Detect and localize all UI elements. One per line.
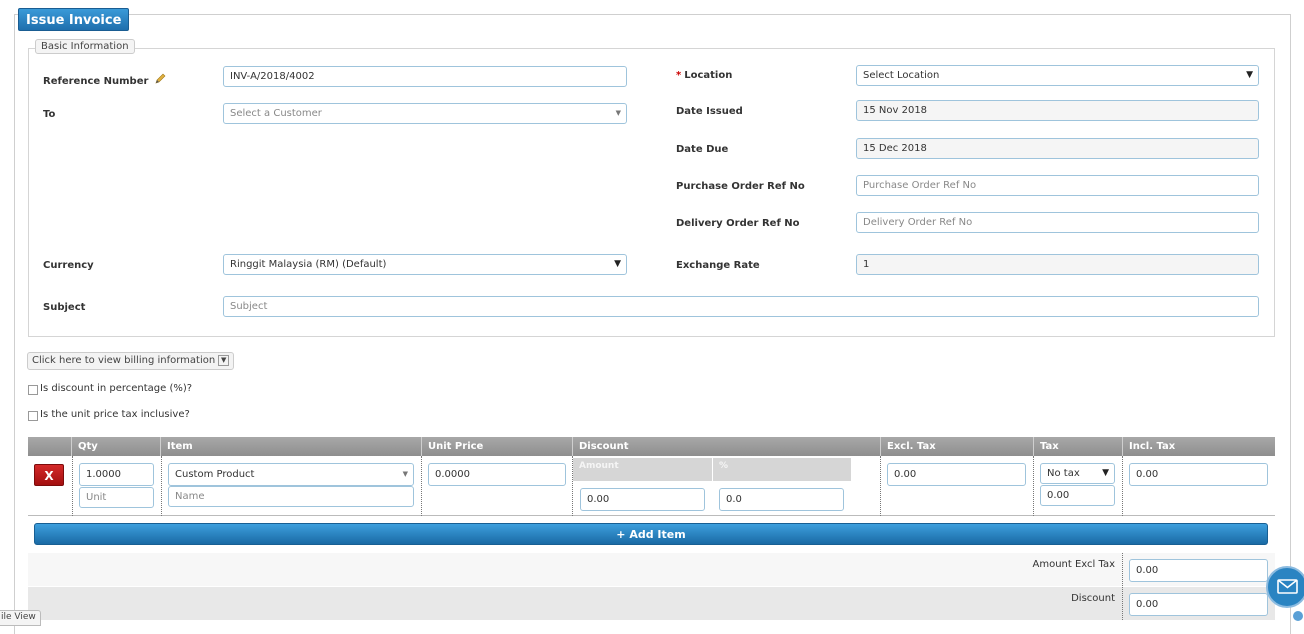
column-discount: Discount (579, 441, 629, 452)
location-select[interactable]: Select Location ▼ (856, 65, 1259, 86)
tax-inclusive-checkbox[interactable] (28, 411, 38, 421)
reference-number-input[interactable]: INV-A/2018/4002 (223, 66, 627, 87)
tax-select-value: No tax (1047, 468, 1080, 479)
column-unit-price: Unit Price (428, 441, 484, 452)
date-issued-input[interactable]: 15 Nov 2018 (856, 100, 1259, 121)
subject-label: Subject (43, 302, 86, 313)
page-title: Issue Invoice (18, 8, 130, 31)
add-item-button[interactable]: + Add Item (34, 523, 1268, 545)
unit-price-input[interactable]: 0.0000 (428, 463, 566, 486)
chevron-down-icon: ▼ (218, 354, 230, 366)
do-ref-input[interactable]: Delivery Order Ref No (856, 212, 1259, 233)
column-qty: Qty (78, 441, 98, 452)
customer-select[interactable]: Select a Customer ▼ (223, 103, 627, 124)
column-item: Item (167, 441, 193, 452)
delete-row-button[interactable]: X (34, 464, 64, 486)
item-select-value: Custom Product (175, 469, 255, 480)
summary-amount-excl-row: Amount Excl Tax (28, 553, 1275, 586)
items-table-header: Qty Item Unit Price Discount Excl. Tax T… (28, 437, 1275, 456)
mail-button[interactable] (1266, 566, 1304, 608)
discount-total-input[interactable]: 0.00 (1129, 593, 1268, 616)
to-label: To (43, 109, 56, 120)
exchange-rate-label: Exchange Rate (676, 260, 760, 271)
discount-amount-input[interactable]: 0.00 (580, 488, 705, 511)
location-label: * Location (676, 70, 732, 81)
column-tax: Tax (1040, 441, 1059, 452)
date-due-label: Date Due (676, 144, 729, 155)
currency-select[interactable]: Ringgit Malaysia (RM) (Default) ▼ (223, 254, 627, 275)
view-billing-button[interactable]: Click here to view billing information ▼ (27, 352, 235, 370)
amount-excl-tax-input[interactable]: 0.00 (1129, 559, 1268, 582)
dropdown-arrow-icon: ▼ (1246, 70, 1253, 80)
mobile-view-tab[interactable]: ile View (0, 610, 41, 626)
item-select[interactable]: Custom Product ▼ (168, 463, 414, 486)
exchange-rate-input[interactable]: 1 (856, 254, 1259, 275)
chevron-down-icon: ▼ (615, 109, 621, 117)
dropdown-arrow-icon: ▼ (614, 259, 621, 269)
excl-tax-input[interactable]: 0.00 (887, 463, 1026, 486)
po-ref-input[interactable]: Purchase Order Ref No (856, 175, 1259, 196)
date-issued-label: Date Issued (676, 106, 743, 117)
tax-select[interactable]: No tax ▼ (1040, 463, 1115, 484)
required-marker: * (676, 70, 682, 81)
qty-input[interactable]: 1.0000 (79, 463, 154, 486)
column-excl-tax: Excl. Tax (887, 441, 936, 452)
discount-percent-input[interactable]: 0.0 (719, 488, 844, 511)
pencil-icon[interactable] (154, 73, 166, 85)
location-label-text: Location (684, 70, 733, 81)
unit-input[interactable]: Unit (79, 487, 154, 508)
subject-input[interactable]: Subject (223, 296, 1259, 317)
po-ref-label: Purchase Order Ref No (676, 181, 805, 192)
amount-excl-tax-label: Amount Excl Tax (1032, 559, 1116, 570)
discount-percentage-checkbox[interactable] (28, 385, 38, 395)
incl-tax-input[interactable]: 0.00 (1129, 463, 1268, 486)
date-due-input[interactable]: 15 Dec 2018 (856, 138, 1259, 159)
column-incl-tax: Incl. Tax (1129, 441, 1176, 452)
mail-icon (1277, 579, 1298, 594)
currency-select-value: Ringgit Malaysia (RM) (Default) (230, 259, 387, 270)
summary-discount-row: Discount (28, 587, 1275, 620)
discount-total-label: Discount (1071, 593, 1115, 604)
chevron-down-icon: ▼ (402, 470, 408, 478)
discount-percentage-label: Is discount in percentage (%)? (40, 383, 193, 394)
basic-info-legend: Basic Information (35, 39, 135, 54)
customer-select-placeholder: Select a Customer (230, 108, 322, 119)
view-billing-label: Click here to view billing information (32, 355, 216, 366)
item-name-input[interactable]: Name (168, 486, 414, 507)
reference-number-label-text: Reference Number (43, 76, 149, 87)
location-select-value: Select Location (863, 70, 940, 81)
tax-amount-input[interactable]: 0.00 (1040, 485, 1115, 506)
reference-number-label: Reference Number (43, 73, 166, 87)
currency-label: Currency (43, 260, 94, 271)
discount-amount-subheader: Amount (573, 458, 712, 481)
dropdown-arrow-icon: ▼ (1102, 468, 1109, 478)
tax-inclusive-label: Is the unit price tax inclusive? (40, 409, 190, 420)
discount-percent-subheader: % (713, 458, 851, 481)
do-ref-label: Delivery Order Ref No (676, 218, 800, 229)
